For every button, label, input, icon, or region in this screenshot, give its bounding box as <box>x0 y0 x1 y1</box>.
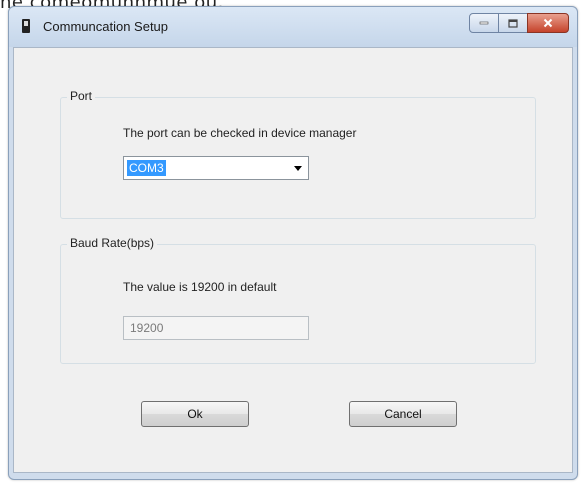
baud-rate-field[interactable]: 19200 <box>123 316 309 340</box>
maximize-button[interactable] <box>498 13 528 33</box>
chevron-down-icon[interactable] <box>294 166 302 171</box>
minimize-button[interactable] <box>469 13 499 33</box>
baud-rate-group-label: Baud Rate(bps) <box>67 236 158 250</box>
port-selected-value: COM3 <box>127 160 166 176</box>
port-hint-text: The port can be checked in device manage… <box>123 126 357 140</box>
close-button[interactable] <box>527 13 569 33</box>
baud-rate-groupbox: Baud Rate(bps) The value is 19200 in def… <box>60 236 536 364</box>
port-group-label: Port <box>67 89 96 103</box>
window-title: Communcation Setup <box>43 19 169 34</box>
communication-setup-window: Communcation Setup Port The port can be … <box>8 6 578 480</box>
maximize-icon <box>508 18 518 28</box>
dialog-client-area: Port The port can be checked in device m… <box>13 47 573 473</box>
close-icon <box>543 18 553 28</box>
ok-button[interactable]: Ok <box>141 401 249 427</box>
cancel-button[interactable]: Cancel <box>349 401 457 427</box>
title-bar[interactable]: Communcation Setup <box>9 7 577 47</box>
minimize-icon <box>479 21 489 25</box>
port-groupbox: Port The port can be checked in device m… <box>60 89 536 219</box>
device-icon <box>22 19 30 33</box>
port-dropdown[interactable]: COM3 <box>123 156 309 180</box>
baud-rate-hint-text: The value is 19200 in default <box>123 280 277 294</box>
